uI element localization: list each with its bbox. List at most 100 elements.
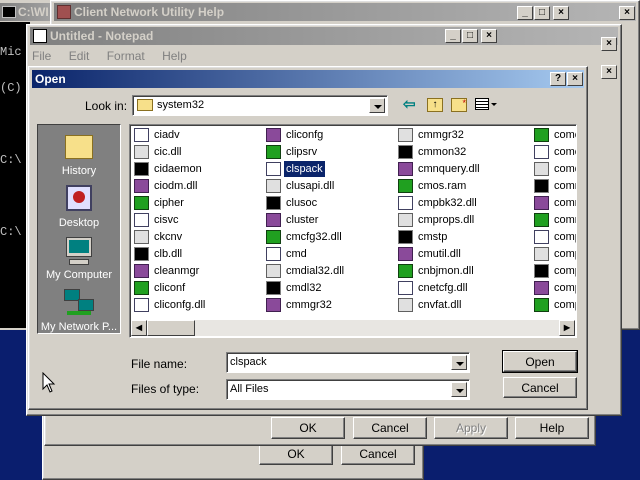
file-item[interactable]: cleanmgr (134, 263, 201, 280)
file-name-dropdown-arrow[interactable] (451, 355, 467, 370)
new-folder-icon[interactable]: * (451, 98, 467, 112)
notepad-extra-close-button[interactable]: × (601, 65, 617, 79)
file-item[interactable]: cmcfg32.dll (266, 229, 344, 246)
view-menu-icon[interactable] (475, 98, 497, 112)
file-item[interactable]: cic.dll (134, 144, 184, 161)
file-item[interactable]: cmutil.dll (398, 246, 463, 263)
file-item[interactable]: clb.dll (134, 246, 184, 263)
scroll-thumb[interactable] (147, 320, 195, 336)
file-item[interactable]: cliconf (134, 280, 187, 297)
back-icon[interactable]: ⇦ (403, 97, 419, 113)
file-item[interactable]: cisvc (134, 212, 180, 229)
help-minimize-button[interactable]: _ (517, 6, 533, 20)
file-type-select[interactable]: All Files (226, 379, 470, 400)
help-close-button[interactable]: × (553, 6, 569, 20)
help-secondary-close-button[interactable]: × (619, 6, 635, 20)
file-item[interactable]: comct (534, 144, 576, 161)
help-maximize-button[interactable]: □ (534, 6, 550, 20)
file-icon (534, 196, 549, 210)
open-help-button[interactable]: ? (550, 72, 566, 86)
rear-cancel-button[interactable]: Cancel (341, 443, 415, 465)
place-my-computer[interactable]: My Computer (38, 235, 120, 281)
notepad-close-button[interactable]: × (481, 29, 497, 43)
file-item[interactable]: cmos.ram (398, 178, 468, 195)
file-item[interactable]: cmstp (398, 229, 449, 246)
file-item[interactable]: comm (534, 212, 576, 229)
file-item[interactable]: cipher (134, 195, 186, 212)
place-history[interactable]: History (38, 131, 120, 177)
file-item[interactable]: cnetcfg.dll (398, 280, 470, 297)
cancel-button[interactable]: Cancel (503, 377, 577, 398)
open-close-button[interactable]: × (567, 72, 583, 86)
back-help-button[interactable]: Help (515, 417, 589, 439)
file-item[interactable]: clusoc (266, 195, 319, 212)
file-item[interactable]: comps (534, 297, 576, 314)
up-folder-icon[interactable]: ↑ (427, 98, 443, 112)
file-item[interactable]: cnbjmon.dll (398, 263, 476, 280)
notepad-maximize-button[interactable]: □ (462, 29, 478, 43)
place-network[interactable]: My Network P... (38, 287, 120, 333)
file-item[interactable]: comdl (534, 161, 576, 178)
look-in-dropdown-arrow[interactable] (369, 98, 385, 113)
file-item[interactable]: cmmgr32 (266, 297, 334, 314)
scroll-left-button[interactable]: ◀ (131, 320, 147, 336)
file-item[interactable]: comca (534, 127, 576, 144)
notepad-secondary-close-button[interactable]: × (601, 37, 617, 51)
file-item[interactable]: ckcnv (134, 229, 184, 246)
place-desktop[interactable]: Desktop (38, 183, 120, 229)
file-name: cmnquery.dll (418, 163, 480, 175)
file-name: cmdl32 (286, 282, 322, 294)
file-item[interactable]: cmdl32 (266, 280, 323, 297)
my-computer-icon (63, 235, 95, 267)
back-cancel-button[interactable]: Cancel (353, 417, 427, 439)
menu-edit[interactable]: Edit (69, 49, 90, 63)
file-item[interactable]: compa (534, 246, 576, 263)
file-name: cmdial32.dll (286, 265, 345, 277)
file-item[interactable]: cliconfg.dll (134, 297, 207, 314)
look-in-combo[interactable]: system32 (132, 95, 388, 116)
file-name-input[interactable]: clspack (226, 352, 470, 373)
file-item[interactable]: ciadv (134, 127, 182, 144)
menu-file[interactable]: File (32, 49, 51, 63)
file-item[interactable]: cmpbk32.dll (398, 195, 479, 212)
file-icon (534, 162, 549, 176)
notepad-title-bar[interactable]: Untitled - Notepad (30, 27, 618, 45)
back-apply-button[interactable]: Apply (434, 417, 508, 439)
file-item[interactable]: cmnquery.dll (398, 161, 482, 178)
file-item[interactable]: comp (534, 229, 576, 246)
file-name: clusapi.dll (286, 180, 335, 192)
file-item[interactable]: compc (534, 280, 576, 297)
scroll-right-button[interactable]: ▶ (559, 320, 575, 336)
back-ok-button[interactable]: OK (271, 417, 345, 439)
rear-ok-button[interactable]: OK (259, 443, 333, 465)
places-bar: History Desktop My Computer My Network P… (37, 124, 121, 334)
menu-help[interactable]: Help (162, 49, 187, 63)
file-name: cic.dll (154, 146, 182, 158)
file-item[interactable]: compr (534, 263, 576, 280)
file-icon (398, 230, 413, 244)
file-item[interactable]: cnvfat.dll (398, 297, 463, 314)
file-item[interactable]: cmprops.dll (398, 212, 476, 229)
desktop-icon (63, 183, 95, 215)
file-item[interactable]: comm (534, 178, 576, 195)
file-item[interactable]: cmmon32 (398, 144, 468, 161)
file-item[interactable]: cluster (266, 212, 320, 229)
file-item[interactable]: ciodm.dll (134, 178, 199, 195)
file-name: comdl (554, 163, 576, 175)
file-item[interactable]: cmd (266, 246, 309, 263)
file-item[interactable]: clipsrv (266, 144, 319, 161)
horizontal-scrollbar[interactable]: ◀ ▶ (131, 320, 575, 336)
open-button[interactable]: Open (502, 350, 578, 373)
notepad-minimize-button[interactable]: _ (445, 29, 461, 43)
file-item[interactable]: cmmgr32 (398, 127, 466, 144)
file-list[interactable]: ciadv cic.dll cidaemon ciodm.dll cipher cisvc… (129, 124, 577, 338)
file-item[interactable]: clspack (266, 160, 326, 178)
file-item[interactable]: cliconfg (266, 127, 325, 144)
menu-format[interactable]: Format (107, 49, 145, 63)
open-title-bar[interactable]: Open (32, 70, 584, 88)
file-item[interactable]: comm (534, 195, 576, 212)
file-item[interactable]: cmdial32.dll (266, 263, 346, 280)
file-item[interactable]: clusapi.dll (266, 178, 336, 195)
file-item[interactable]: cidaemon (134, 161, 204, 178)
file-type-dropdown-arrow[interactable] (451, 382, 467, 397)
